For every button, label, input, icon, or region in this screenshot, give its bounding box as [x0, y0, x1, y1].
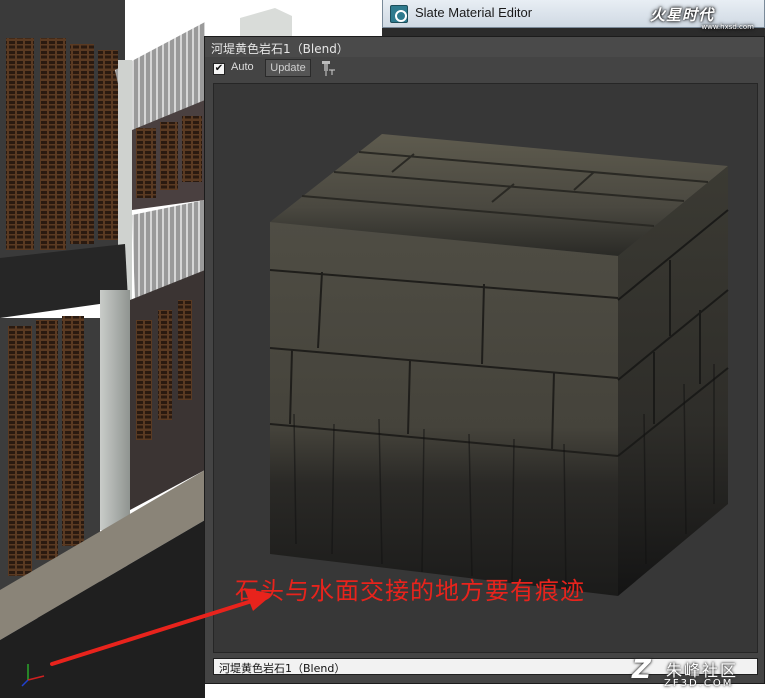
brand-logo: 火星时代 www.hxsd.com — [650, 4, 760, 34]
preview-window-title[interactable]: 河堤黄色岩石1（Blend） — [205, 37, 764, 57]
pin-icon[interactable] — [319, 60, 337, 77]
preview-toolbar: ✔ Auto Update — [205, 57, 764, 81]
brand-logo-text: 火星时代 — [650, 6, 715, 24]
material-preview-window[interactable]: 河堤黄色岩石1（Blend） ✔ Auto Update 石头与水面交接的地方要… — [204, 36, 765, 684]
watermark-url: ZF3D.COM — [664, 678, 734, 689]
material-render-area[interactable] — [213, 83, 758, 653]
auto-checkbox[interactable]: ✔ — [213, 63, 225, 75]
slate-editor-app-icon — [390, 5, 408, 23]
annotation-text: 石头与水面交接的地方要有痕迹 — [235, 577, 585, 605]
update-button[interactable]: Update — [265, 59, 311, 77]
auto-label: Auto — [231, 61, 254, 73]
slate-editor-title: Slate Material Editor — [415, 5, 533, 20]
brand-logo-url: www.hxsd.com — [701, 23, 754, 31]
zf3d-logo-icon: Z — [632, 655, 651, 685]
zf3d-watermark: Z 朱峰社区 ZF3D.COM — [628, 655, 765, 695]
stone-cube-preview — [269, 134, 729, 596]
